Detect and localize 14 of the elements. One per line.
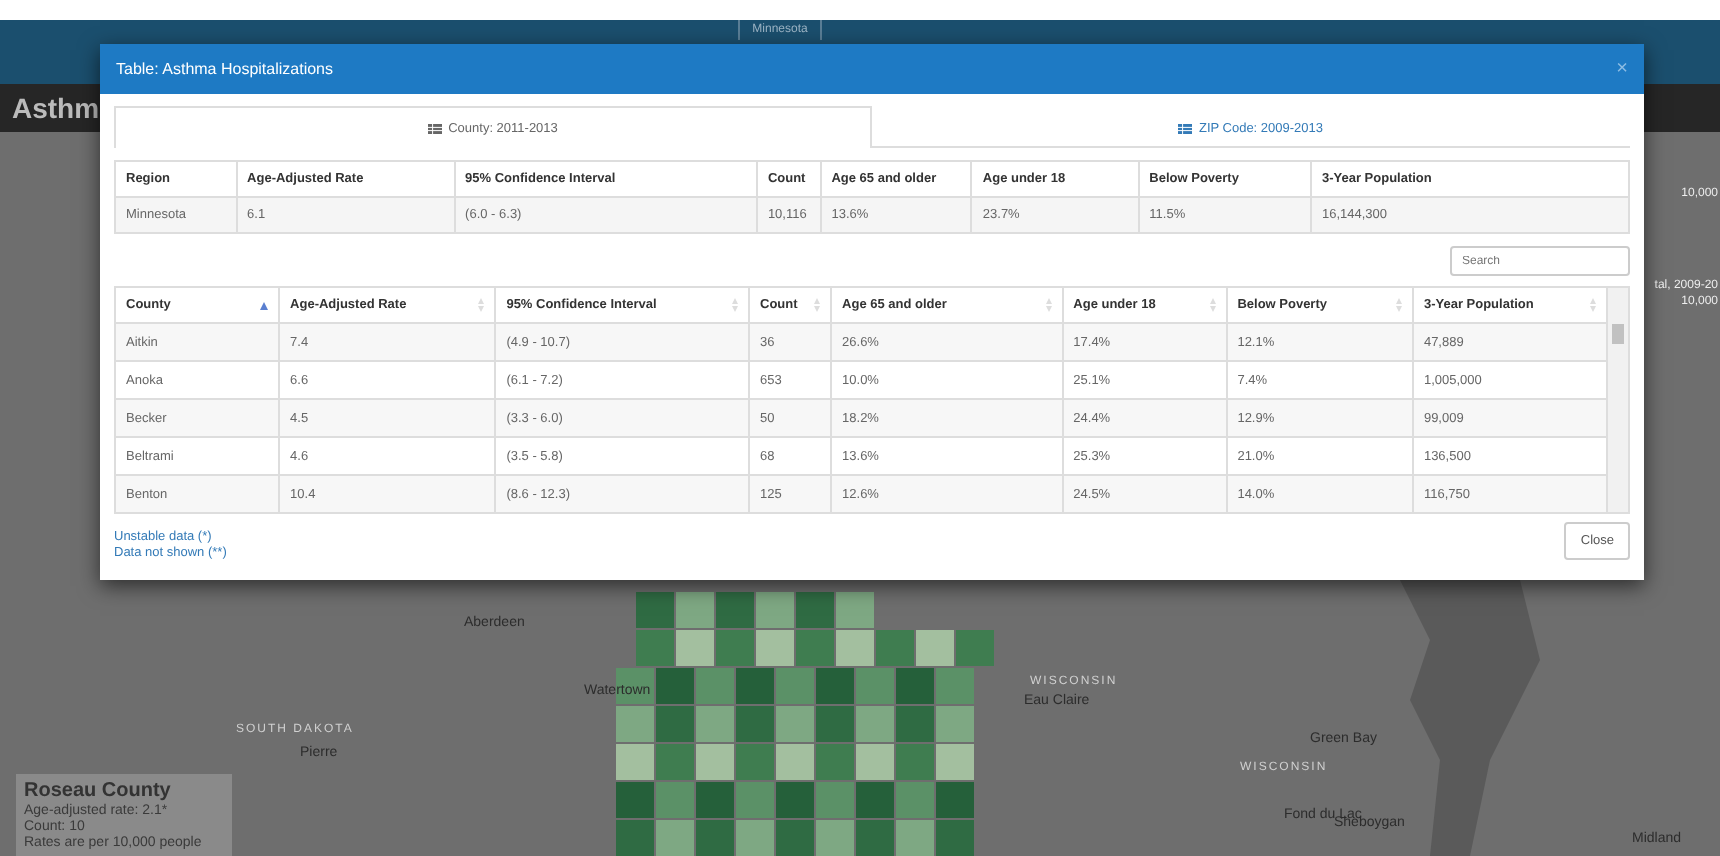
sort-icon [814, 298, 821, 312]
page-title: Asthm [10, 92, 100, 124]
info-title: Roseau County [24, 780, 173, 802]
table-icon [1178, 123, 1193, 133]
sort-icon [1045, 298, 1052, 312]
sort-icon [478, 298, 485, 312]
sort-icon [732, 298, 739, 312]
table-icon [428, 123, 443, 133]
dialog-title: Table: Asthma Hospitalizations [116, 60, 333, 78]
sort-icon [1209, 298, 1216, 312]
scrollbar[interactable] [1608, 286, 1630, 514]
sort-icon [1395, 298, 1402, 312]
sort-ascending-icon [260, 301, 269, 309]
sort-icon [1590, 298, 1596, 312]
